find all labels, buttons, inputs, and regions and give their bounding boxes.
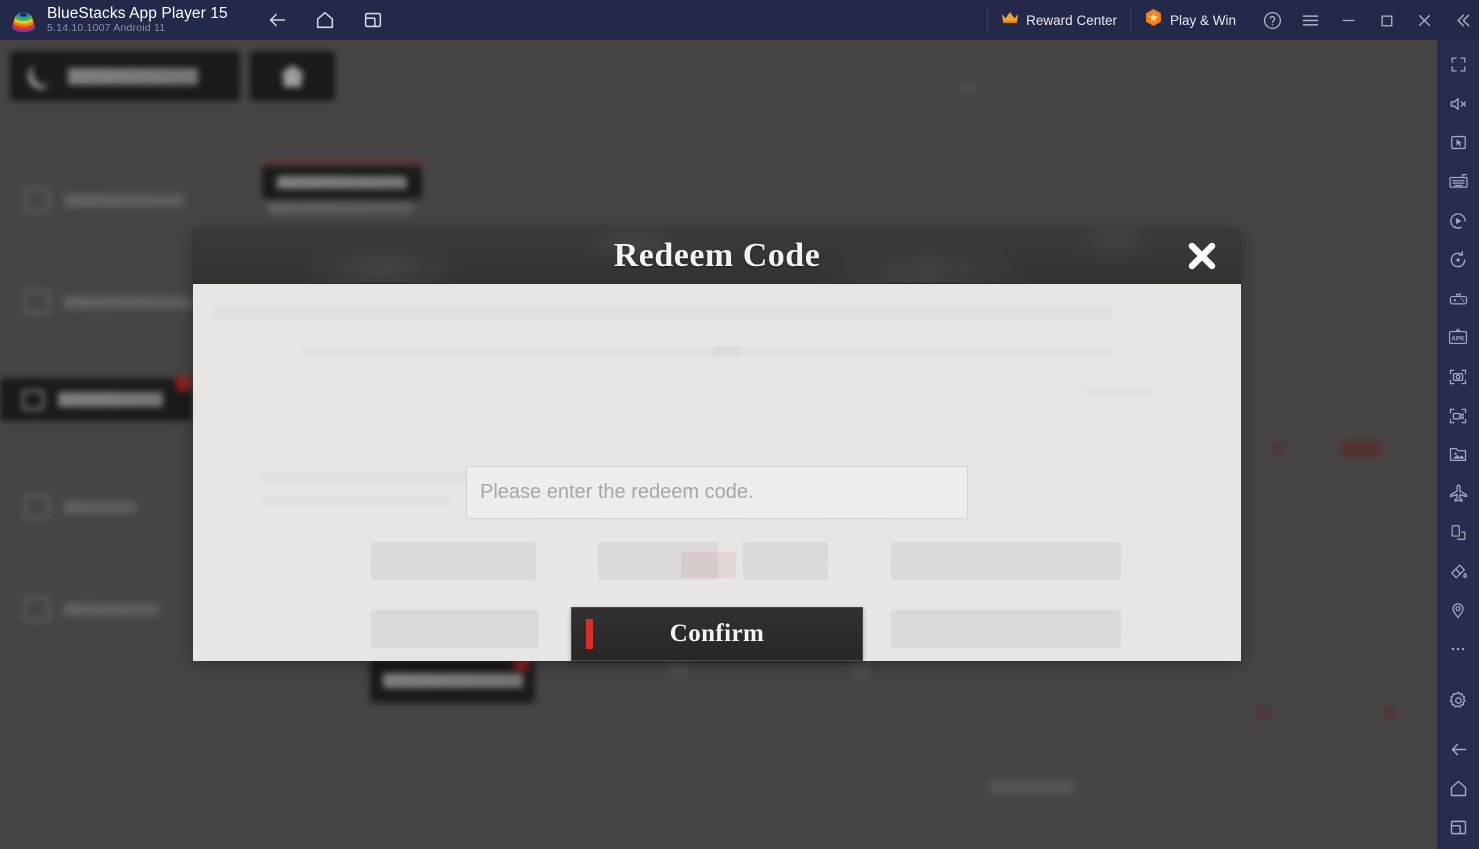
sidebar-item-fullscreen[interactable] — [1437, 48, 1479, 87]
confirm-accent-bar — [586, 618, 593, 649]
dialog-header: Redeem Code — [193, 229, 1241, 284]
sidebar-item-install-apk[interactable]: APK — [1437, 321, 1479, 360]
dialog-title: Redeem Code — [613, 237, 821, 274]
app-title-block: BlueStacks App Player 15 5.14.10.1007 An… — [47, 4, 228, 35]
recent-apps-icon — [1448, 817, 1469, 843]
confirm-button[interactable]: Confirm — [571, 606, 863, 661]
confirm-button-label: Confirm — [669, 619, 765, 647]
reward-center-label: Reward Center — [1026, 12, 1117, 28]
eco-paint-icon — [1448, 561, 1468, 586]
app-title: BlueStacks App Player 15 — [47, 4, 228, 22]
sidebar-item-location[interactable] — [1437, 593, 1479, 632]
redeem-code-input[interactable] — [466, 466, 968, 519]
speaker-mute-icon — [1448, 94, 1468, 119]
minimize-icon[interactable] — [1331, 3, 1365, 37]
camera-icon — [1448, 367, 1468, 392]
video-record-icon — [1448, 406, 1468, 431]
recent-apps-button[interactable] — [358, 5, 388, 35]
keyboard-controls-icon — [1448, 172, 1469, 196]
sidebar-item-mute[interactable] — [1437, 87, 1479, 126]
arrow-left-icon — [1448, 739, 1469, 765]
sidebar-item-android-recents[interactable] — [1437, 810, 1479, 849]
sidebar-item-record-screen[interactable] — [1437, 399, 1479, 438]
titlebar-nav-buttons — [262, 5, 388, 35]
multi-instance-icon — [1449, 523, 1468, 547]
maximize-icon[interactable] — [1369, 3, 1403, 37]
apk-install-icon: APK — [1447, 328, 1469, 352]
location-pin-icon — [1448, 600, 1468, 625]
close-icon[interactable] — [1407, 3, 1441, 37]
chevron-double-left-icon[interactable] — [1445, 3, 1479, 37]
sidebar-item-more-options[interactable] — [1437, 632, 1479, 671]
sidebar-item-gamepad[interactable] — [1437, 282, 1479, 321]
sidebar-item-game-controls[interactable] — [1437, 165, 1479, 204]
ellipsis-icon — [1448, 639, 1468, 664]
sidebar-item-eco-mode[interactable] — [1437, 554, 1479, 593]
app-window: BlueStacks App Player 15 5.14.10.1007 An… — [0, 0, 1479, 849]
sidebar-item-android-back[interactable] — [1437, 732, 1479, 771]
cursor-screen-icon — [1449, 133, 1468, 157]
sidebar-item-rotate[interactable] — [1437, 243, 1479, 282]
macro-play-icon — [1448, 211, 1468, 236]
bluestacks-logo-icon — [10, 7, 37, 34]
reward-center-button[interactable]: Reward Center — [987, 7, 1130, 33]
sidebar-item-screenshot[interactable] — [1437, 360, 1479, 399]
home-icon — [1448, 778, 1469, 804]
gear-icon — [1448, 690, 1469, 716]
app-version: 5.14.10.1007 Android 11 — [47, 22, 166, 35]
sidebar-item-settings[interactable] — [1437, 683, 1479, 722]
play-and-win-button[interactable]: Play & Win — [1129, 7, 1249, 33]
right-toolbar: APK — [1437, 40, 1479, 849]
redeem-code-dialog: Redeem Code Please enter the redeem code… — [193, 229, 1241, 661]
home-button[interactable] — [310, 5, 340, 35]
airplane-icon — [1448, 483, 1469, 509]
sidebar-item-macro-recorder[interactable] — [1437, 204, 1479, 243]
play-and-win-label: Play & Win — [1169, 12, 1236, 28]
window-control-icons — [1255, 3, 1479, 37]
sidebar-item-media-manager[interactable] — [1437, 438, 1479, 477]
svg-text:APK: APK — [1451, 336, 1465, 343]
rotate-icon — [1448, 250, 1468, 275]
dialog-body: Confirm — [193, 284, 1241, 661]
sidebar-item-android-home[interactable] — [1437, 771, 1479, 810]
sidebar-item-cursor-control[interactable] — [1437, 126, 1479, 165]
help-circle-icon[interactable] — [1255, 3, 1289, 37]
fullscreen-icon — [1449, 55, 1468, 79]
sidebar-item-multi-instance[interactable] — [1437, 515, 1479, 554]
media-gallery-icon — [1448, 445, 1468, 469]
star-badge-icon — [1144, 8, 1163, 32]
sidebar-item-airplane-mode[interactable] — [1437, 476, 1479, 515]
hamburger-menu-icon[interactable] — [1293, 3, 1327, 37]
gamepad-icon — [1448, 290, 1469, 313]
crown-icon — [1001, 10, 1019, 30]
close-x-icon[interactable] — [1179, 233, 1225, 279]
back-button[interactable] — [262, 5, 292, 35]
title-bar: BlueStacks App Player 15 5.14.10.1007 An… — [0, 0, 1479, 40]
titlebar-right-group: Reward Center Play & Win — [987, 0, 1479, 40]
